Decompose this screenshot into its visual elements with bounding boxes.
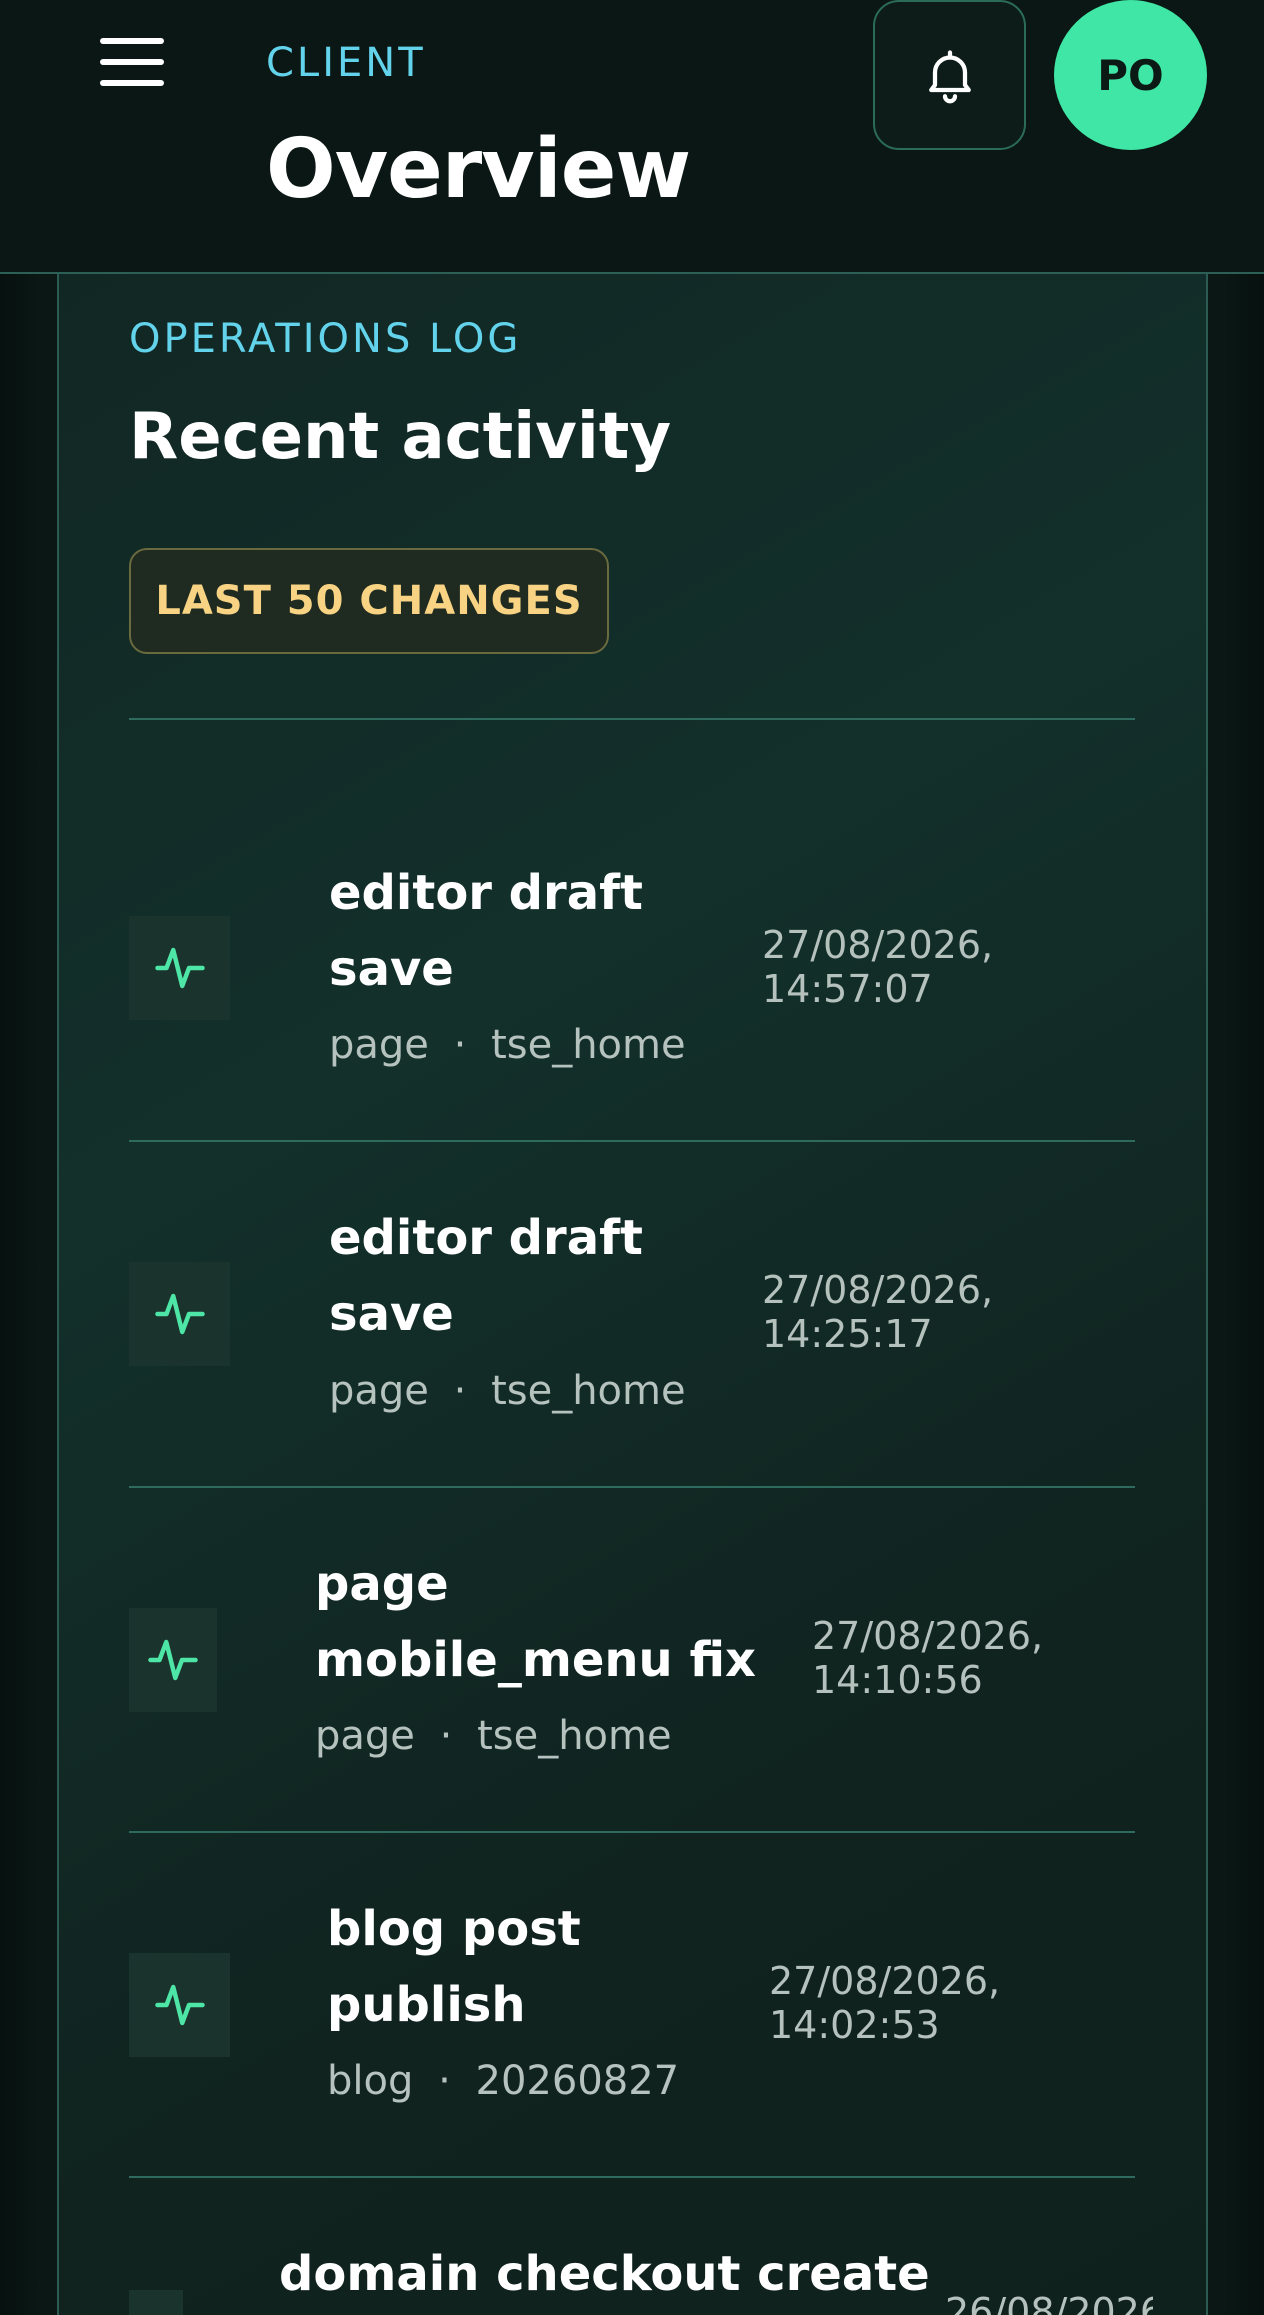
activity-pulse-icon <box>148 1639 198 1681</box>
activity-pulse-icon <box>154 1293 205 1335</box>
activity-timestamp: 26/08/2026 <box>945 2290 1153 2315</box>
last-changes-badge: LAST 50 CHANGES <box>129 548 609 654</box>
activity-date: 27/08/2026, <box>762 923 994 967</box>
section-label: CLIENT <box>266 40 426 86</box>
activity-ref: 20260827 <box>475 2058 680 2104</box>
activity-icon-tile <box>129 1608 217 1712</box>
activity-eyebrow: OPERATIONS LOG <box>129 316 522 362</box>
activity-date: 27/08/2026, <box>769 1959 1001 2003</box>
meta-separator: · <box>439 1713 453 1759</box>
activity-date: 27/08/2026, <box>812 1614 1044 1658</box>
page-title: Overview <box>266 122 691 217</box>
activity-title-line: domain checkout create <box>279 2246 930 2302</box>
avatar[interactable]: PO <box>1054 0 1207 150</box>
notifications-button[interactable] <box>873 0 1026 150</box>
activity-title-line: save <box>329 941 454 997</box>
activity-pulse-icon <box>154 947 205 989</box>
divider <box>129 1831 1135 1833</box>
meta-separator: · <box>438 2058 451 2104</box>
activity-title-line: editor draft <box>329 1210 643 1266</box>
activity-title-line: editor draft <box>329 865 643 921</box>
divider <box>129 1486 1135 1488</box>
meta-separator: · <box>453 1022 467 1068</box>
activity-time: 14:57:07 <box>762 967 933 1011</box>
divider <box>129 1140 1135 1142</box>
activity-title: Recent activity <box>129 400 672 474</box>
divider <box>129 2176 1135 2178</box>
activity-timestamp: 27/08/2026, 14:10:56 <box>812 1614 1043 1702</box>
activity-type: page <box>329 1022 429 1068</box>
activity-title-line: save <box>329 1286 454 1342</box>
activity-icon-tile <box>129 2290 183 2315</box>
activity-ref: tse_home <box>477 1713 672 1759</box>
divider <box>129 718 1135 720</box>
activity-title-line: page <box>315 1556 449 1612</box>
activity-type: page <box>329 1368 429 1414</box>
activity-ref: tse_home <box>491 1022 686 1068</box>
activity-type: page <box>315 1713 415 1759</box>
app-page: OPERATIONS LOG Recent activity LAST 50 C… <box>0 0 1264 2315</box>
activity-title-line: publish <box>327 1977 526 2033</box>
activity-date: 27/08/2026, <box>762 1268 994 1312</box>
activity-time: 14:10:56 <box>812 1658 983 1702</box>
activity-title-line: mobile_menu fix <box>315 1632 756 1688</box>
activity-time: 14:25:17 <box>762 1312 933 1356</box>
activity-meta: page · tse_home <box>315 1713 672 1759</box>
activity-icon-tile <box>129 1262 230 1366</box>
activity-time: 14:02:53 <box>769 2003 940 2047</box>
activity-meta: blog · 20260827 <box>327 2058 679 2104</box>
activity-type: blog <box>327 2058 414 2104</box>
hamburger-menu-icon[interactable] <box>100 38 166 88</box>
activity-timestamp: 27/08/2026, 14:02:53 <box>769 1959 1000 2047</box>
activity-timestamp: 27/08/2026, 14:25:17 <box>762 1268 993 1356</box>
activity-icon-tile <box>129 916 230 1020</box>
activity-pulse-icon <box>154 1984 205 2026</box>
activity-ref: tse_home <box>491 1368 686 1414</box>
activity-date: 26/08/2026 <box>945 2290 1153 2315</box>
bell-icon <box>928 50 971 104</box>
meta-separator: · <box>453 1368 467 1414</box>
top-app-bar: CLIENT Overview PO <box>0 0 1264 274</box>
activity-timestamp: 27/08/2026, 14:57:07 <box>762 923 993 1011</box>
activity-meta: page · tse_home <box>329 1368 686 1414</box>
activity-meta: page · tse_home <box>329 1022 686 1068</box>
activity-title-line: blog post <box>327 1901 581 1957</box>
activity-icon-tile <box>129 1953 230 2057</box>
